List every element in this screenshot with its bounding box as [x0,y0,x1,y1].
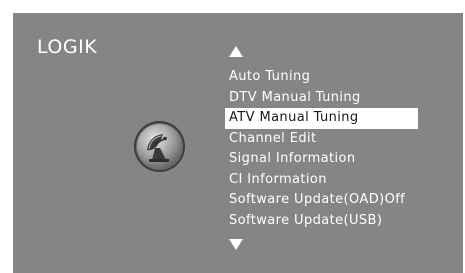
scroll-up-icon[interactable] [229,46,243,57]
brand-logo: LOGIK [37,36,98,58]
satellite-dish-icon [134,121,185,172]
menu-item-ci-information[interactable]: CI Information [225,170,418,191]
tv-menu-screen: LOGIK Auto Tuning DTV Manual Tuning ATV … [13,13,463,273]
menu-item-channel-edit[interactable]: Channel Edit [225,129,418,150]
menu-item-dtv-manual-tuning[interactable]: DTV Manual Tuning [225,88,418,109]
scroll-down-icon[interactable] [229,239,243,250]
menu-item-atv-manual-tuning[interactable]: ATV Manual Tuning [225,108,418,129]
tuning-menu: Auto Tuning DTV Manual Tuning ATV Manual… [225,67,418,231]
menu-item-auto-tuning[interactable]: Auto Tuning [225,67,418,88]
menu-item-signal-information[interactable]: Signal Information [225,149,418,170]
menu-item-software-update-oad[interactable]: Software Update(OAD)Off [225,190,418,211]
menu-item-software-update-usb[interactable]: Software Update(USB) [225,211,418,232]
